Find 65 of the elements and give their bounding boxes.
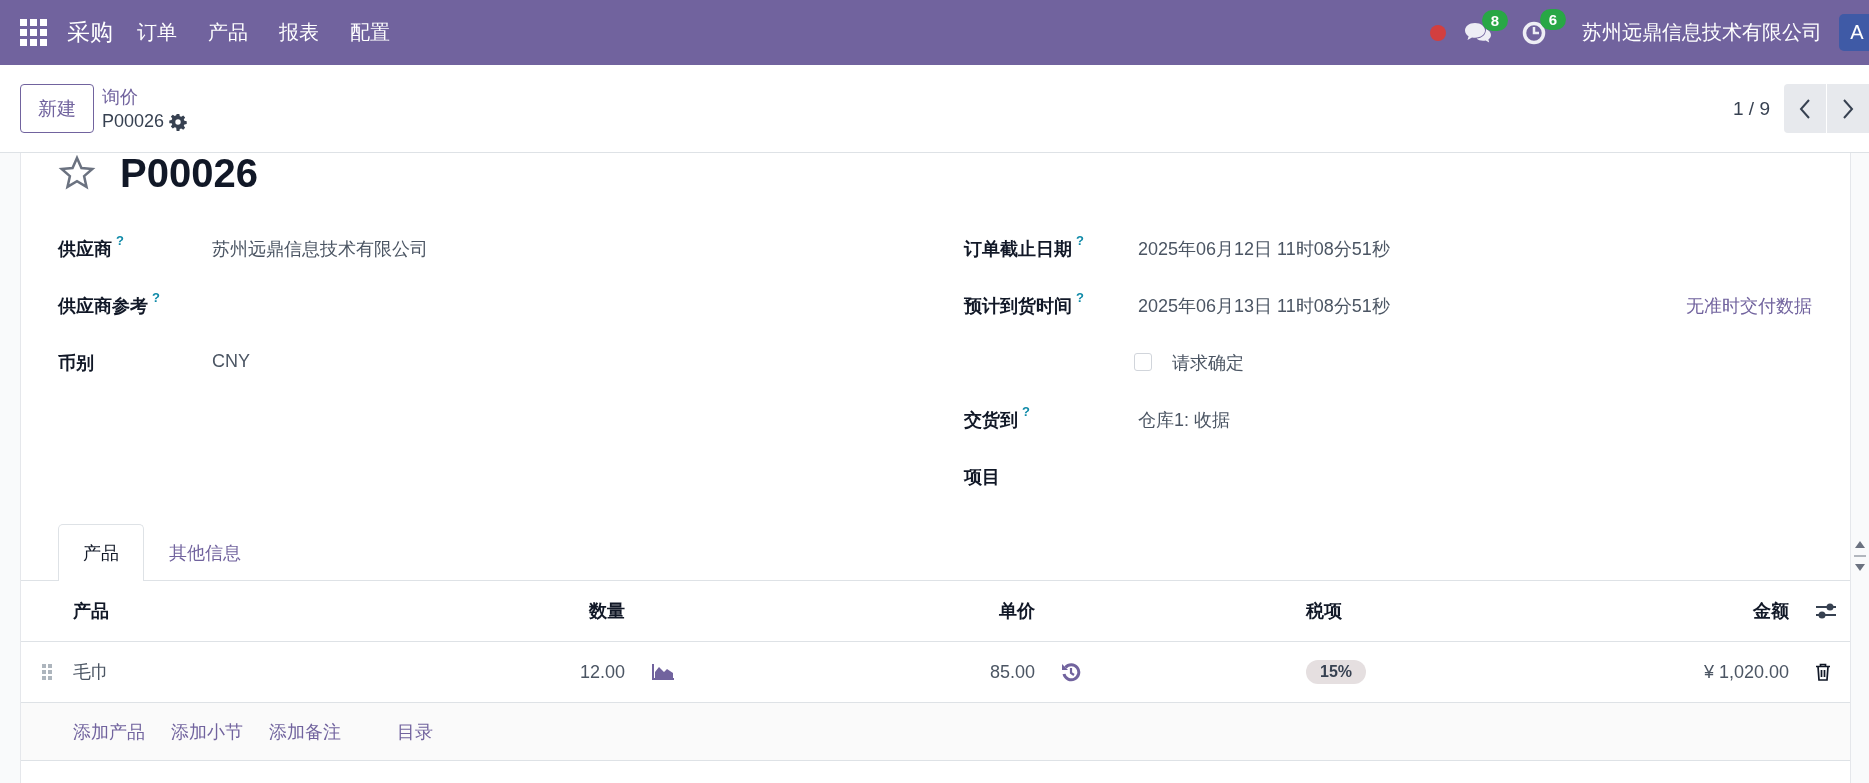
field-value[interactable]: 2025年06月12日 11时08分51秒 xyxy=(1138,237,1390,261)
settings-icon[interactable] xyxy=(169,112,188,131)
column-header[interactable]: 产品 xyxy=(73,599,473,623)
on-time-delivery-link[interactable]: 无准时交付数据 xyxy=(1686,294,1812,318)
product-cell[interactable]: 毛巾 xyxy=(73,660,473,684)
menu-item[interactable]: 产品 xyxy=(208,19,248,46)
chat-icon[interactable] xyxy=(1464,21,1492,44)
tab[interactable]: 其他信息 xyxy=(144,524,266,581)
add-line-link[interactable]: 添加备注 xyxy=(269,719,341,744)
field-label: 预计到货时间 xyxy=(964,295,1072,318)
amount-cell-text: ¥ 1,020.00 xyxy=(1702,661,1789,683)
help-tooltip[interactable]: ? xyxy=(1076,290,1084,305)
chevron-left-icon xyxy=(1799,97,1811,120)
area-chart-icon[interactable] xyxy=(651,663,675,681)
apps-grid-icon[interactable] xyxy=(20,19,47,46)
field-value[interactable]: 仓库1: 收据 xyxy=(1138,408,1230,432)
next-button[interactable] xyxy=(1827,84,1869,133)
field-label: 交货到 xyxy=(964,409,1018,432)
pager-counter: 1 / 9 xyxy=(1733,97,1770,120)
app-name[interactable]: 采购 xyxy=(67,17,113,48)
previous-button[interactable] xyxy=(1784,84,1826,133)
checkbox-label: 请求确定 xyxy=(1172,352,1244,375)
checkbox[interactable] xyxy=(1134,353,1152,371)
field-label: 项目 xyxy=(964,466,1000,489)
field-value[interactable]: 2025年06月13日 11时08分51秒 xyxy=(1138,294,1390,318)
help-tooltip[interactable]: ? xyxy=(1076,233,1084,248)
activity-count-badge: 6 xyxy=(1540,8,1566,30)
column-header[interactable]: 金额 xyxy=(1581,599,1789,623)
user-avatar[interactable]: A xyxy=(1839,14,1869,51)
add-line-link[interactable]: 添加小节 xyxy=(171,719,243,744)
sliders-icon[interactable] xyxy=(1815,602,1837,620)
menu-item[interactable]: 配置 xyxy=(350,19,390,46)
add-line-link[interactable]: 添加产品 xyxy=(73,719,145,744)
column-header[interactable]: 单价 xyxy=(691,599,1035,623)
field-value[interactable]: 苏州远鼎信息技术有限公司 xyxy=(212,237,428,261)
menu-item[interactable]: 订单 xyxy=(137,19,177,46)
drag-handle-icon[interactable] xyxy=(42,664,52,680)
unit-price-cell[interactable]: 85.00 xyxy=(691,661,1035,683)
help-tooltip[interactable]: ? xyxy=(152,290,160,305)
chevron-right-icon xyxy=(1842,97,1854,120)
history-icon[interactable] xyxy=(1061,662,1081,682)
tax-tag: 15% xyxy=(1306,660,1367,684)
menu-item[interactable]: 报表 xyxy=(279,19,319,46)
record-title: P00026 xyxy=(120,153,258,196)
field-value[interactable]: CNY xyxy=(212,351,250,372)
field-label: 供应商参考 xyxy=(58,295,148,318)
field-label: 币别 xyxy=(58,352,94,375)
field-label: 供应商 xyxy=(58,238,112,261)
trash-icon[interactable] xyxy=(1815,663,1831,681)
new-button[interactable]: 新建 xyxy=(20,84,94,133)
record-dot-icon[interactable] xyxy=(1429,23,1447,42)
message-count-badge: 8 xyxy=(1482,9,1508,31)
column-header[interactable]: 税项 xyxy=(1281,599,1581,623)
quantity-cell[interactable]: 12.00 xyxy=(473,661,625,683)
field-label: 订单截止日期 xyxy=(964,238,1072,261)
help-tooltip[interactable]: ? xyxy=(1022,404,1030,419)
star-icon[interactable] xyxy=(58,154,96,192)
tab[interactable]: 产品 xyxy=(58,524,144,581)
catalog-link[interactable]: 目录 xyxy=(397,719,433,744)
breadcrumb-link[interactable]: 询价 xyxy=(102,85,188,109)
clock-icon[interactable] xyxy=(1522,20,1546,45)
company-name[interactable]: 苏州远鼎信息技术有限公司 xyxy=(1582,19,1822,46)
column-header[interactable]: 数量 xyxy=(473,599,625,623)
record-name: P00026 xyxy=(102,111,165,132)
help-tooltip[interactable]: ? xyxy=(116,233,124,248)
